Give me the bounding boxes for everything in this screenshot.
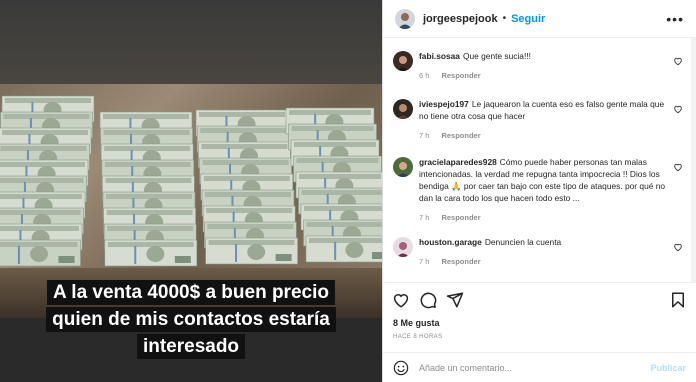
like-comment-heart-icon[interactable]: [673, 242, 683, 252]
commenter-avatar[interactable]: [393, 51, 413, 71]
comment-username[interactable]: fabi.sosaa: [419, 51, 460, 61]
post-date: HACE 8 HORAS: [393, 334, 443, 340]
comment-item: fabi.sosaa Que gente sucia!!! 6 h Responde…: [393, 50, 687, 80]
like-comment-heart-icon[interactable]: [673, 56, 683, 66]
like-comment-heart-icon[interactable]: [673, 162, 683, 172]
likes-count[interactable]: 8 Me gusta: [383, 318, 696, 328]
banknote: [104, 239, 198, 267]
post-header: jorgeespejook • Seguir •••: [383, 0, 696, 38]
author-username[interactable]: jorgeespejook: [423, 13, 498, 25]
comment-item: houston.garage Denuncien la cuenta 7 h Res…: [393, 236, 687, 266]
add-comment-bar: Publicar: [383, 352, 696, 382]
caption-line-2: quien de mis contactos estaría: [46, 307, 336, 332]
comment-text: Denuncien la cuenta: [484, 237, 562, 247]
banknote: [305, 235, 382, 263]
comments-list: fabi.sosaa Que gente sucia!!! 6 h Responde…: [383, 44, 696, 280]
reply-button[interactable]: Responder: [441, 71, 480, 80]
comment-bubble-icon[interactable]: [419, 291, 437, 309]
reply-button[interactable]: Responder: [441, 131, 480, 140]
post-photo[interactable]: A la venta 4000$ a buen precio quien de …: [0, 0, 382, 382]
save-bookmark-icon[interactable]: [669, 291, 687, 309]
banknote: [205, 237, 298, 265]
caption-line-1: A la venta 4000$ a buen precio: [47, 280, 335, 305]
post-sidebar: jorgeespejook • Seguir ••• fabi.sosaa Que…: [382, 0, 696, 382]
commenter-avatar[interactable]: [393, 99, 413, 119]
comment-username[interactable]: iviespejo197: [419, 99, 469, 109]
author-avatar[interactable]: [395, 8, 415, 29]
reply-button[interactable]: Responder: [441, 213, 480, 222]
follow-button[interactable]: Seguir: [511, 13, 545, 25]
photo-caption: A la venta 4000$ a buen precio quien de …: [6, 280, 376, 361]
comment-item: iviespejo197 Le jaquearon la cuenta eso e…: [393, 98, 687, 140]
reply-button[interactable]: Responder: [441, 257, 480, 266]
comment-time[interactable]: 6 h: [419, 71, 429, 80]
separator-dot: •: [502, 13, 507, 24]
comment-input[interactable]: [419, 362, 651, 373]
post-actions: 8 Me gusta HACE 8 HORAS Publicar: [383, 282, 696, 382]
comment-username[interactable]: gracielaparedes928: [419, 157, 497, 167]
comment-time[interactable]: 7 h: [419, 131, 429, 140]
comment-item: gracielaparedes928 Cómo puede haber perso…: [393, 156, 687, 222]
commenter-avatar[interactable]: [393, 157, 413, 177]
share-paper-plane-icon[interactable]: [446, 291, 464, 309]
like-comment-heart-icon[interactable]: [673, 104, 683, 114]
action-icons-row: [383, 283, 696, 317]
commenter-avatar[interactable]: [393, 237, 413, 257]
emoji-icon[interactable]: [393, 360, 409, 376]
comment-text: Que gente sucia!!!: [462, 51, 531, 61]
comments-scrollbar[interactable]: [691, 38, 696, 282]
publish-button[interactable]: Publicar: [650, 363, 686, 373]
comment-username[interactable]: houston.garage: [419, 237, 482, 247]
caption-line-3: interesado: [136, 334, 246, 359]
more-options-icon[interactable]: •••: [666, 11, 684, 27]
comment-time[interactable]: 7 h: [419, 257, 429, 266]
comment-time[interactable]: 7 h: [419, 213, 429, 222]
banknote: [0, 239, 81, 267]
like-heart-icon[interactable]: [392, 291, 410, 309]
